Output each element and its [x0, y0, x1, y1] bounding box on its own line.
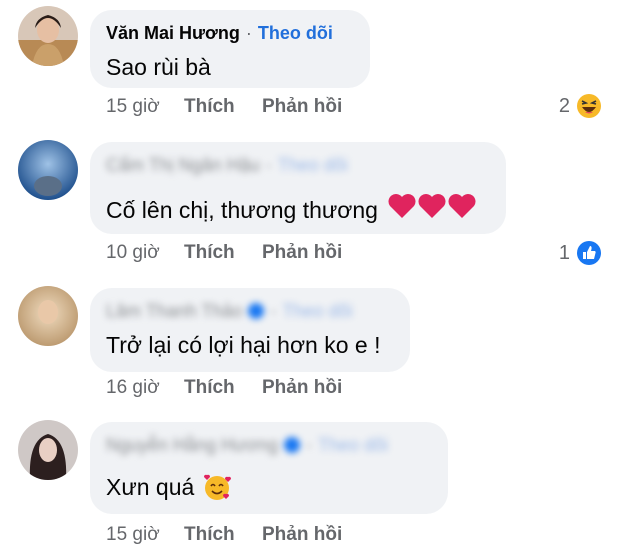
verified-badge-icon: [248, 303, 265, 319]
follow-link[interactable]: Theo dõi: [278, 155, 348, 176]
like-icon: [577, 241, 601, 265]
smiling-face-with-hearts-icon: [204, 474, 232, 500]
comment-bubble: Lâm Thanh Thảo · Theo dõi Trở lại có lợi…: [90, 288, 410, 372]
comment-text: Sao rùi bà: [106, 54, 211, 80]
reply-button[interactable]: Phản hồi: [262, 242, 342, 264]
comment-time[interactable]: 15 giờ: [106, 96, 184, 118]
reaction-count: 1: [558, 241, 570, 264]
like-button[interactable]: Thích: [184, 524, 262, 546]
comment-text: Trở lại có lợi hại hơn ko e !: [106, 332, 381, 358]
comment-actions: 10 giờ Thích Phản hồi: [106, 242, 342, 264]
comment-actions: 16 giờ Thích Phản hồi: [106, 377, 342, 399]
avatar[interactable]: [18, 140, 78, 200]
verified-badge-icon: [283, 437, 300, 453]
follow-link[interactable]: Theo dõi: [258, 23, 333, 44]
comment-time[interactable]: 10 giờ: [106, 242, 184, 264]
comment-bubble: Cẩm Thị Ngân Hậu · Theo dõi Cố lên chị, …: [90, 142, 506, 234]
reply-button[interactable]: Phản hồi: [262, 96, 342, 118]
comment-author[interactable]: Cẩm Thị Ngân Hậu: [106, 155, 260, 176]
avatar[interactable]: [18, 6, 78, 66]
separator-dot: ·: [265, 154, 272, 175]
reaction-summary[interactable]: 2: [559, 93, 602, 119]
avatar[interactable]: [18, 286, 78, 346]
follow-link[interactable]: Theo dõi: [318, 435, 388, 456]
haha-icon: [577, 94, 601, 118]
comment-bubble: Nguyễn Hằng Hương · Theo dõi Xưn quá: [90, 422, 448, 514]
comment-text: Xưn quá: [106, 474, 195, 500]
reaction-summary[interactable]: 1: [559, 240, 602, 266]
comment-time[interactable]: 16 giờ: [106, 377, 184, 399]
comment-actions: 15 giờ Thích Phản hồi: [106, 96, 342, 118]
avatar[interactable]: [18, 420, 78, 480]
comment-actions: 15 giờ Thích Phản hồi: [106, 524, 342, 546]
comment-author[interactable]: Lâm Thanh Thảo: [106, 301, 242, 322]
separator-dot: ·: [270, 300, 277, 321]
comment-text: Cố lên chị, thương thương: [106, 196, 378, 223]
follow-link[interactable]: Theo dõi: [282, 301, 352, 322]
like-button[interactable]: Thích: [184, 96, 262, 118]
reaction-count: 2: [558, 94, 570, 117]
like-button[interactable]: Thích: [184, 377, 262, 399]
comment-bubble: Văn Mai Hương · Theo dõi Sao rùi bà: [90, 10, 370, 88]
separator-dot: ·: [305, 434, 312, 455]
reply-button[interactable]: Phản hồi: [262, 377, 342, 399]
comment-time[interactable]: 15 giờ: [106, 524, 184, 546]
heart-icon: [388, 192, 478, 227]
separator-dot: ·: [245, 22, 252, 43]
comment-author[interactable]: Nguyễn Hằng Hương: [106, 435, 278, 456]
like-button[interactable]: Thích: [184, 242, 262, 264]
comment-author[interactable]: Văn Mai Hương: [106, 23, 240, 44]
reply-button[interactable]: Phản hồi: [262, 524, 342, 546]
